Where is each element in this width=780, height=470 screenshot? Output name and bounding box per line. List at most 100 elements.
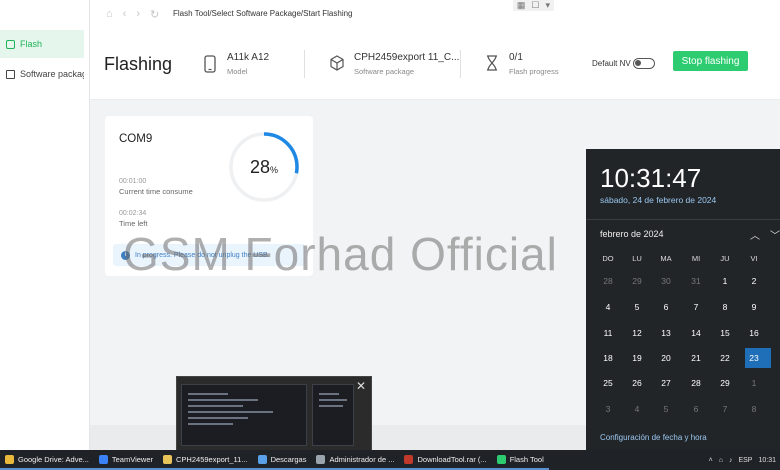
language-indicator[interactable]: ESP xyxy=(738,457,752,464)
package-label: Software package xyxy=(354,67,415,76)
calendar-day[interactable]: 7 xyxy=(686,302,706,312)
taskbar-app[interactable]: Descargas xyxy=(252,450,312,470)
port-card: COM9 00:01:00 Current time consume 00:02… xyxy=(105,116,313,276)
taskbar-app[interactable]: DownloadTool.rar (... xyxy=(399,450,492,470)
calendar-day[interactable]: 2 xyxy=(744,276,764,286)
calendar-day[interactable]: 27 xyxy=(656,378,676,388)
calendar-day[interactable]: 26 xyxy=(627,378,647,388)
calendar-day[interactable]: 13 xyxy=(656,328,676,338)
calendar-day[interactable]: 29 xyxy=(627,276,647,286)
time-consume-label: Current time consume xyxy=(119,187,193,196)
calendar-day[interactable]: 4 xyxy=(627,404,647,414)
volume-icon[interactable]: ♪ xyxy=(729,457,733,464)
back-icon[interactable]: ‹ xyxy=(123,8,127,21)
taskbar-app-label: Google Drive: Adve... xyxy=(18,454,89,464)
calendar-day[interactable]: 1 xyxy=(744,378,764,388)
calendar-day[interactable]: 12 xyxy=(627,328,647,338)
calendar-day[interactable]: 8 xyxy=(744,404,764,414)
app-icon xyxy=(257,454,267,464)
app-icon xyxy=(316,454,326,464)
calendar-day[interactable]: 28 xyxy=(686,378,706,388)
grid-icon[interactable]: ▦ xyxy=(517,0,526,11)
time-left-label: Time left xyxy=(119,219,148,228)
calendar-day[interactable]: 9 xyxy=(744,302,764,312)
calendar-day[interactable]: 16 xyxy=(744,328,764,338)
calendar-day[interactable]: 5 xyxy=(627,302,647,312)
time-consume-value: 00:01:00 xyxy=(119,178,147,185)
calendar-day[interactable]: 1 xyxy=(715,276,735,286)
calendar-day[interactable]: 25 xyxy=(598,378,618,388)
weekday-label: MI xyxy=(691,254,701,263)
calendar-day[interactable]: 23 xyxy=(744,353,764,363)
long-date[interactable]: sábado, 24 de febrero de 2024 xyxy=(600,195,716,205)
calendar-day[interactable]: 18 xyxy=(598,353,618,363)
path-bar: ⌂ ‹ › ↻ Flash Tool/Select Software Packa… xyxy=(90,0,780,28)
calendar-day[interactable]: 15 xyxy=(715,328,735,338)
home-icon[interactable]: ⌂ xyxy=(106,8,113,21)
taskbar-app[interactable]: Administrador de ... xyxy=(311,450,400,470)
model-value: A11k A12 xyxy=(227,52,270,63)
network-icon[interactable]: ⌂ xyxy=(719,457,723,464)
default-nv-toggle[interactable] xyxy=(633,58,655,69)
calendar-day[interactable]: 4 xyxy=(598,302,618,312)
calendar-day[interactable]: 14 xyxy=(686,328,706,338)
calendar-day[interactable]: 30 xyxy=(656,276,676,286)
window-thumbnail[interactable] xyxy=(181,384,307,446)
calendar-day[interactable]: 6 xyxy=(656,302,676,312)
chevron-up-icon[interactable]: ︿ xyxy=(750,227,760,242)
package-value: CPH2459export 11_C... xyxy=(354,52,460,63)
calendar-day[interactable]: 7 xyxy=(715,404,735,414)
calendar-day[interactable]: 21 xyxy=(686,353,706,363)
taskbar-app[interactable]: Google Drive: Adve... xyxy=(0,450,94,470)
taskbar-clock[interactable]: 10:31 xyxy=(758,457,776,464)
port-name: COM9 xyxy=(119,133,153,145)
sidebar: Flash Software packag... xyxy=(0,0,90,450)
calendar-day[interactable]: 5 xyxy=(656,404,676,414)
cube-icon xyxy=(330,55,344,73)
weekday-label: LU xyxy=(632,254,642,263)
nav-buttons: ⌂ ‹ › ↻ xyxy=(106,8,159,21)
dropdown-icon[interactable]: ▾ xyxy=(545,0,550,11)
page-title: Flashing xyxy=(104,54,173,74)
divider xyxy=(460,50,461,78)
taskbar-apps: Google Drive: Adve... TeamViewer CPH2459ex… xyxy=(0,450,549,470)
calendar-day[interactable]: 11 xyxy=(598,328,618,338)
calendar-day[interactable]: 29 xyxy=(715,378,735,388)
calendar-day[interactable]: 3 xyxy=(598,404,618,414)
taskbar-app[interactable]: TeamViewer xyxy=(93,450,159,470)
taskbar-app[interactable]: CPH2459export_11... xyxy=(158,450,253,470)
refresh-icon[interactable]: ↻ xyxy=(150,8,159,21)
calendar-day[interactable]: 8 xyxy=(715,302,735,312)
sidebar-item-software-package[interactable]: Software packag... xyxy=(0,60,84,88)
status-notice: i In progress. Please do not unplug the … xyxy=(113,244,305,266)
percent-unit: % xyxy=(270,165,279,175)
hourglass-icon xyxy=(485,55,499,73)
calendar-day[interactable]: 22 xyxy=(715,353,735,363)
taskbar-preview[interactable]: ✕ xyxy=(176,376,372,452)
app-icon xyxy=(496,454,506,464)
chevron-down-icon[interactable]: ﹀ xyxy=(770,227,780,242)
restore-icon[interactable]: ☐ xyxy=(531,0,539,11)
calendar-day[interactable]: 28 xyxy=(598,276,618,286)
calendar-day[interactable]: 6 xyxy=(686,404,706,414)
month-label[interactable]: febrero de 2024 xyxy=(600,229,664,239)
calendar-day[interactable]: 31 xyxy=(686,276,706,286)
info-icon: i xyxy=(121,250,130,260)
taskbar-app[interactable]: Flash Tool xyxy=(491,450,549,470)
calendar-day[interactable]: 20 xyxy=(656,353,676,363)
sidebar-item-flash[interactable]: Flash xyxy=(0,30,84,58)
window-controls: ▦ ☐ ▾ xyxy=(512,0,554,11)
calendar-day[interactable]: 19 xyxy=(627,353,647,363)
close-icon[interactable]: ✕ xyxy=(353,379,369,393)
chevron-up-icon[interactable]: ˄ xyxy=(709,457,713,464)
time-left-value: 00:02:34 xyxy=(119,210,147,217)
date-settings-link[interactable]: Configuración de fecha y hora xyxy=(600,433,707,442)
stop-flashing-button[interactable]: Stop flashing xyxy=(673,51,748,71)
weekday-label: JU xyxy=(720,254,730,263)
forward-icon[interactable]: › xyxy=(136,8,140,21)
progress-percent: 28% xyxy=(227,130,301,204)
taskbar-app-label: DownloadTool.rar (... xyxy=(417,454,487,464)
notice-text: In progress. Please do not unplug the US… xyxy=(135,251,270,259)
window-thumbnail[interactable] xyxy=(312,384,354,446)
weekday-label: MA xyxy=(660,254,672,263)
